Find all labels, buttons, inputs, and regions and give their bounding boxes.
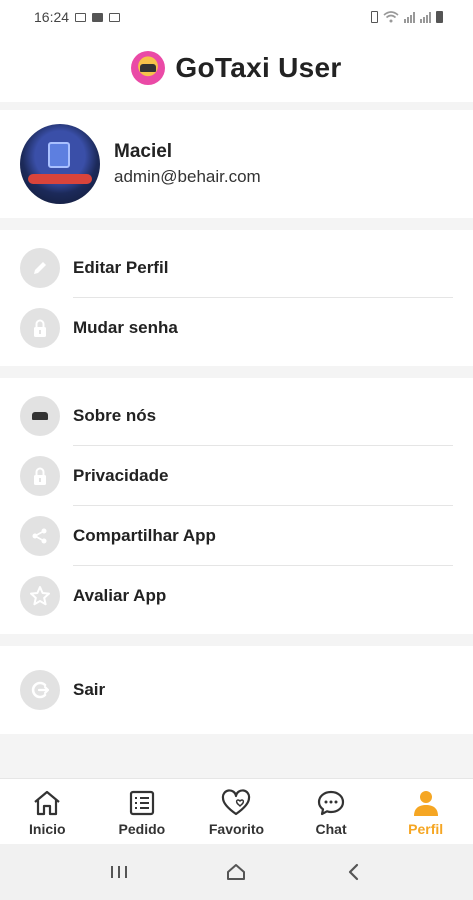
menu-item-sobre-nos[interactable]: Sobre nós [0, 386, 473, 446]
menu-group-logout: Sair [0, 646, 473, 734]
star-icon [20, 576, 60, 616]
pencil-icon [20, 248, 60, 288]
nav-label: Perfil [408, 821, 444, 837]
menu-group-account: Editar Perfil Mudar senha [0, 230, 473, 366]
app-header: GoTaxi User [0, 34, 473, 102]
list-icon [129, 790, 154, 816]
menu-item-label: Privacidade [73, 466, 169, 485]
battery-icon [436, 11, 443, 23]
menu-item-privacidade[interactable]: Privacidade [0, 446, 473, 506]
lock-icon [20, 308, 60, 348]
nav-item-favorito[interactable]: Favorito [189, 779, 284, 844]
nav-label: Chat [315, 821, 347, 837]
status-right [371, 11, 443, 23]
nav-item-inicio[interactable]: Inicio [0, 779, 95, 844]
signal-icon [420, 11, 431, 23]
menu-item-label: Sobre nós [73, 406, 157, 425]
signal-icon [404, 11, 415, 23]
back-icon[interactable] [343, 862, 365, 882]
menu-item-sair[interactable]: Sair [0, 660, 473, 720]
menu-item-label: Sair [73, 680, 106, 699]
battery-saver-icon [371, 11, 378, 23]
nav-label: Favorito [208, 821, 265, 837]
person-icon [413, 791, 438, 816]
profile-info: Maciel admin@behair.com [114, 141, 261, 187]
menu-item-label: Editar Perfil [73, 258, 169, 277]
menu-group-info: Sobre nós Privacidade Compartilhar App A… [0, 378, 473, 634]
status-time: 16:24 [34, 9, 70, 25]
profile-card[interactable]: Maciel admin@behair.com [0, 110, 473, 218]
nav-label: Inicio [29, 821, 66, 837]
taxi-logo-icon [20, 396, 60, 436]
status-bar: 16:24 [0, 0, 473, 34]
lock-icon [20, 456, 60, 496]
bottom-nav: Inicio Pedido Favorito Chat Perfil [0, 778, 473, 844]
nav-item-perfil[interactable]: Perfil [378, 779, 473, 844]
chat-icon [317, 790, 345, 816]
menu-item-label: Avaliar App [73, 586, 167, 605]
home-icon [34, 790, 61, 816]
nav-label: Pedido [118, 821, 166, 837]
profile-name: Maciel [114, 141, 173, 162]
nav-item-pedido[interactable]: Pedido [95, 779, 190, 844]
menu-item-label: Mudar senha [73, 318, 178, 337]
mail-icon [92, 12, 104, 22]
menu-item-editar-perfil[interactable]: Editar Perfil [0, 238, 473, 298]
system-nav-bar [0, 844, 473, 900]
recent-apps-icon[interactable] [108, 863, 130, 881]
profile-email: admin@behair.com [114, 167, 261, 186]
logout-icon [20, 670, 60, 710]
status-left: 16:24 [34, 9, 121, 25]
taxi-logo-icon [131, 51, 166, 85]
wifi-icon [383, 11, 399, 23]
menu-item-compartilhar-app[interactable]: Compartilhar App [0, 506, 473, 566]
menu-item-label: Compartilhar App [73, 526, 216, 545]
app-title: GoTaxi User [175, 52, 342, 83]
share-icon [20, 516, 60, 556]
menu-item-mudar-senha[interactable]: Mudar senha [0, 298, 473, 358]
screen-icon [109, 12, 121, 22]
nav-item-chat[interactable]: Chat [284, 779, 379, 844]
menu-item-avaliar-app[interactable]: Avaliar App [0, 566, 473, 626]
screen-icon [75, 12, 87, 22]
avatar[interactable] [20, 124, 100, 204]
heart-icon [222, 789, 251, 816]
home-button-icon[interactable] [225, 862, 247, 882]
